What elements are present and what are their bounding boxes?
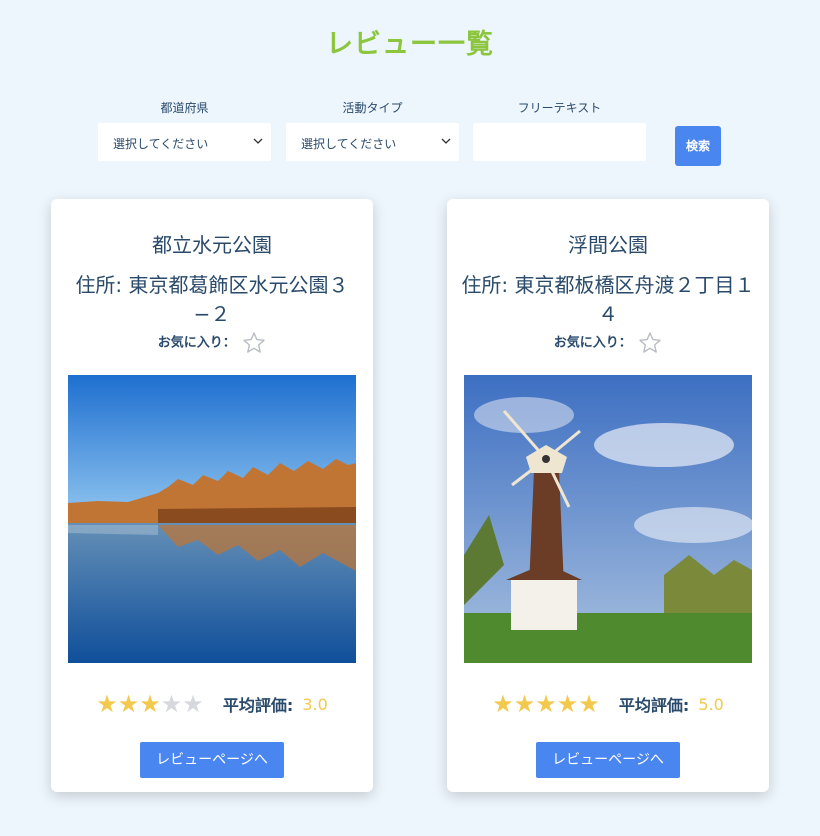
chevron-down-icon xyxy=(253,138,263,144)
freetext-label: フリーテキスト xyxy=(517,101,602,115)
favorite-label: お気に入り： xyxy=(553,335,632,351)
star-filled: ★★★★★ xyxy=(492,690,600,718)
rating-stars: ★★★★★ xyxy=(96,692,204,716)
favorite-label: お気に入り： xyxy=(157,335,236,351)
activity-select-value: 選択してください xyxy=(301,137,397,151)
review-page-button[interactable]: レビューページへ xyxy=(140,742,284,778)
park-address: 住所: 東京都板橋区舟渡２丁目１４ xyxy=(461,273,755,326)
activity-select[interactable]: 選択してください xyxy=(286,123,459,161)
park-card: 都立水元公園 住所: 東京都葛飾区水元公園３−２ お気に入り： ★★★★★ 平均… xyxy=(51,199,373,792)
prefecture-select-value: 選択してください xyxy=(113,137,209,151)
rating-row: ★★★★★ 平均評価: 3.0 xyxy=(51,692,373,716)
average-rating-label: 平均評価: xyxy=(618,696,690,715)
park-card: 浮間公園 住所: 東京都板橋区舟渡２丁目１４ お気に入り： ★★★★★ 平均評価… xyxy=(447,199,769,792)
review-page-button[interactable]: レビューページへ xyxy=(536,742,680,778)
rating-row: ★★★★★ 平均評価: 5.0 xyxy=(447,692,769,716)
star-outline-icon[interactable] xyxy=(638,331,662,355)
star-empty: ★★ xyxy=(160,690,204,718)
park-photo xyxy=(464,375,752,663)
park-photo xyxy=(68,375,356,663)
star-outline-icon[interactable] xyxy=(242,331,266,355)
favorite-row: お気に入り： xyxy=(51,331,373,355)
star-filled: ★★★ xyxy=(96,690,161,718)
search-button[interactable]: 検索 xyxy=(675,126,721,166)
prefecture-label: 都道府県 xyxy=(160,101,209,115)
average-rating-label: 平均評価: xyxy=(222,696,294,715)
park-name: 浮間公園 xyxy=(568,233,648,257)
prefecture-select[interactable]: 選択してください xyxy=(98,123,271,161)
freetext-input[interactable] xyxy=(473,123,646,161)
average-rating-value: 5.0 xyxy=(698,694,724,714)
rating-stars: ★★★★★ xyxy=(492,692,600,716)
favorite-row: お気に入り： xyxy=(447,331,769,355)
park-name: 都立水元公園 xyxy=(152,233,272,257)
page-title: レビュー一覧 xyxy=(326,29,494,60)
chevron-down-icon xyxy=(441,138,451,144)
park-address: 住所: 東京都葛飾区水元公園３−２ xyxy=(75,273,349,326)
activity-label: 活動タイプ xyxy=(342,101,403,115)
average-rating-value: 3.0 xyxy=(302,694,328,714)
